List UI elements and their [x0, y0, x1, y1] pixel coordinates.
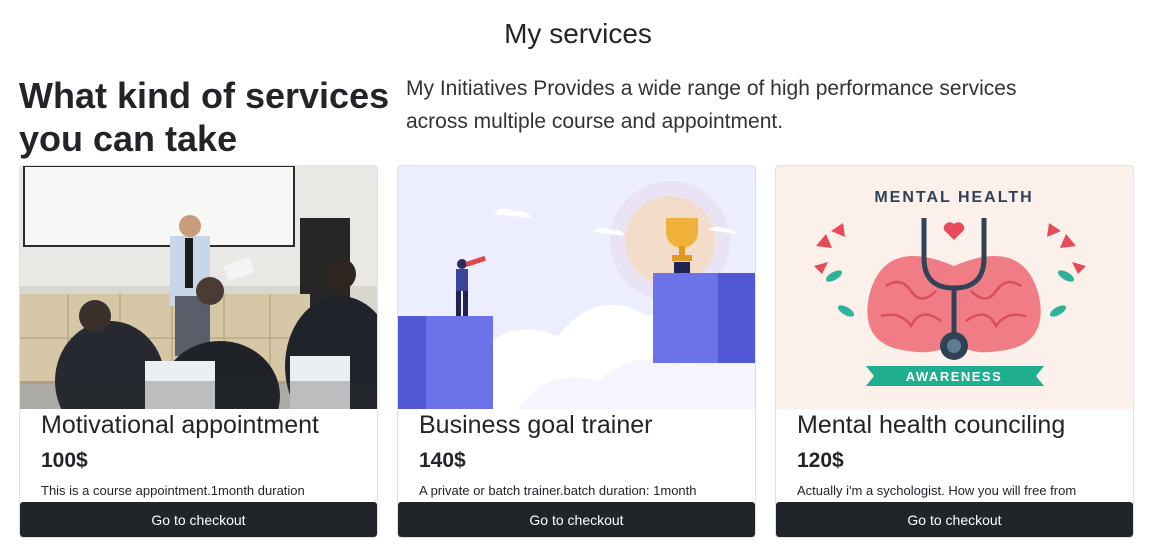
illustration-heading-text: MENTAL HEALTH: [874, 189, 1033, 206]
service-description: Actually i'm a sychologist. How you will…: [797, 483, 1077, 498]
service-card-motivational: Motivational appointment 100$ This is a …: [19, 165, 378, 538]
service-title: Mental health counciling: [797, 411, 1066, 439]
service-description: This is a course appointment.1month dura…: [41, 483, 305, 498]
checkout-button-motivational[interactable]: Go to checkout: [20, 502, 377, 537]
service-title: Business goal trainer: [419, 411, 653, 439]
service-title: Motivational appointment: [41, 411, 319, 439]
service-card-mental-health: MENTAL HEALTH AWARENESS Mental health co…: [775, 165, 1134, 538]
service-card-business: Business goal trainer 140$ A private or …: [397, 165, 756, 538]
checkout-button-mental-health[interactable]: Go to checkout: [776, 502, 1133, 537]
illustration-ribbon-text: AWARENESS: [906, 369, 1003, 384]
service-price: 120$: [797, 449, 844, 472]
service-description: A private or batch trainer.batch duratio…: [419, 483, 697, 498]
checkout-button-business[interactable]: Go to checkout: [398, 502, 755, 537]
intro-text: My Initiatives Provides a wide range of …: [406, 77, 1017, 133]
service-price: 140$: [419, 449, 466, 472]
service-price: 100$: [41, 449, 88, 472]
classroom-presentation-photo: [20, 166, 377, 409]
page-title: My services: [504, 18, 652, 49]
intro-heading: What kind of services you can take: [19, 75, 390, 159]
mental-health-awareness-illustration: MENTAL HEALTH AWARENESS: [776, 166, 1133, 409]
business-goal-illustration: [398, 166, 755, 409]
